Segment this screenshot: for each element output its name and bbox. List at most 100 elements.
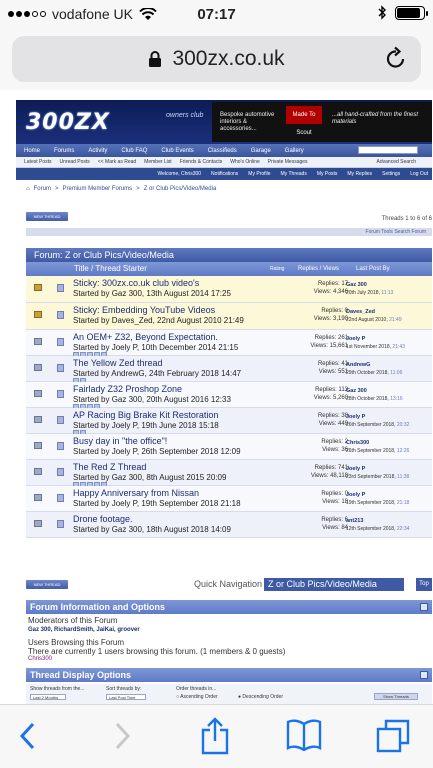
nav-club-events[interactable]: Club Events (161, 148, 193, 154)
last-post-user[interactable]: Gaz 300 (346, 282, 367, 288)
subnav-member-list[interactable]: Member List (144, 159, 172, 165)
userbar-welcome[interactable]: Welcome, Chris300 (158, 171, 202, 177)
browsing-user[interactable]: Chris300 (28, 656, 432, 662)
thread-row[interactable]: Sticky: Embedding YouTube Videos Started … (26, 303, 432, 330)
last-post-user[interactable]: AndrewG (346, 362, 370, 368)
thread-replies[interactable]: Replies: 6 (276, 516, 348, 524)
last-post-user[interactable]: Daves_Zed (346, 309, 375, 315)
top-button[interactable]: Top (416, 578, 432, 591)
nav-classifieds[interactable]: Classifieds (208, 148, 237, 154)
last-post-user[interactable]: Joely P (346, 336, 365, 342)
nav-club-faq[interactable]: Club FAQ (121, 148, 147, 154)
thread-row[interactable]: Fairlady Z32 Proshop Zone Started by Gaz … (26, 382, 432, 409)
thread-title[interactable]: An OEM+ Z32, Beyond Expectation. (73, 332, 218, 342)
bookmarks-icon[interactable] (286, 719, 322, 751)
last-post-user[interactable]: Joely P (346, 492, 365, 498)
forum-search-input[interactable] (358, 146, 418, 154)
thread-title[interactable]: Drone footage. (73, 514, 133, 524)
moderators-list[interactable]: Gaz 300, RichardSmith, JaiKai, groover (28, 627, 432, 633)
breadcrumb-premium[interactable]: Premium Member Forums (62, 186, 132, 192)
last-post: Joely P 1st November 2018, 21:43 (346, 335, 405, 351)
home-icon[interactable]: ⌂ (26, 186, 30, 192)
thread-replies[interactable]: Replies: 0 (276, 307, 348, 315)
last-post-time: 11:38 (397, 474, 410, 480)
userbar-logout[interactable]: Log Out (410, 171, 428, 177)
advanced-search-link[interactable]: Advanced Search (377, 159, 416, 165)
thread-views: Views: 551 (318, 369, 348, 375)
last-post-user[interactable]: ant213 (346, 518, 363, 524)
reload-icon[interactable] (385, 46, 407, 70)
col-rating[interactable]: Rating (270, 262, 284, 276)
address-bar[interactable]: 300zx.co.uk (12, 36, 421, 82)
userbar-settings[interactable]: Settings (382, 171, 400, 177)
thread-title[interactable]: The Red Z Thread (73, 462, 146, 472)
last-post-user[interactable]: Joely P (346, 414, 365, 420)
subnav-whos-online[interactable]: Who's Online (230, 159, 260, 165)
userbar-profile[interactable]: My Profile (248, 171, 270, 177)
userbar-posts[interactable]: My Posts (317, 171, 338, 177)
col-replies[interactable]: Replies / Views (298, 262, 339, 276)
userbar-threads[interactable]: My Threads (281, 171, 307, 177)
descending-radio[interactable]: ● Descending Order (238, 694, 283, 700)
thread-replies[interactable]: Replies: 41 (276, 360, 348, 368)
subnav-mark-read[interactable]: << Mark as Read (98, 159, 136, 165)
nav-home[interactable]: Home (24, 148, 40, 154)
thread-replies[interactable]: Replies: 113 (276, 386, 348, 394)
thread-title[interactable]: Fairlady Z32 Proshop Zone (73, 384, 182, 394)
thread-row[interactable]: An OEM+ Z32, Beyond Expectation. Started … (26, 330, 432, 357)
thread-replies[interactable]: Replies: 0 (276, 490, 348, 498)
tabs-icon[interactable] (376, 719, 410, 753)
collapse-icon[interactable] (420, 603, 428, 611)
thread-replies[interactable]: Replies: 17 (276, 280, 348, 288)
last-post-user[interactable]: Gaz 300 (346, 388, 367, 394)
sort-select[interactable]: Last Post Time (106, 694, 146, 700)
collapse-icon[interactable] (420, 671, 428, 679)
nav-forums[interactable]: Forums (54, 148, 74, 154)
ascending-radio[interactable]: ○ Ascending Order (176, 694, 218, 700)
thread-replies[interactable]: Replies: 2 (276, 438, 348, 446)
breadcrumb-current[interactable]: Z or Club Pics/Video/Media (144, 186, 217, 192)
nav-activity[interactable]: Activity (88, 148, 107, 154)
subnav-friends[interactable]: Friends & Contacts (180, 159, 223, 165)
thread-title[interactable]: The Yellow Zed thread (73, 358, 163, 368)
col-title[interactable]: Title / Thread Starter (74, 262, 147, 276)
thread-title[interactable]: Busy day in "the office"! (73, 436, 167, 446)
thread-row[interactable]: Drone footage. Started by Gaz 300, 18th A… (26, 512, 432, 538)
last-post-user[interactable]: Joely P (346, 466, 365, 472)
subnav-latest-posts[interactable]: Latest Posts (24, 159, 52, 165)
thread-title[interactable]: Sticky: 300zx.co.uk club video's (73, 278, 199, 288)
subnav-private-messages[interactable]: Private Messages (268, 159, 308, 165)
forward-icon[interactable] (112, 721, 132, 751)
userbar-notifications[interactable]: Notifications (211, 171, 238, 177)
site-logo[interactable]: 300ZX (26, 110, 110, 135)
nav-garage[interactable]: Garage (251, 148, 271, 154)
thread-title[interactable]: Happy Anniversary from Nissan (73, 488, 199, 498)
thread-row[interactable]: The Yellow Zed thread Started by AndrewG,… (26, 356, 432, 383)
show-threads-button[interactable]: Show Threads (374, 693, 418, 700)
nav-gallery[interactable]: Gallery (285, 148, 304, 154)
banner-ad[interactable]: Bespoke automotive interiors & accessori… (212, 102, 432, 142)
new-thread-button-top[interactable]: NEW THREAD (26, 212, 68, 221)
quick-nav-select[interactable]: Z or Club Pics/Video/Media (264, 578, 404, 591)
thread-replies[interactable]: Replies: 741 (276, 464, 348, 472)
thread-type-icon (57, 284, 64, 292)
thread-title[interactable]: AP Racing Big Brake Kit Restoration (73, 410, 218, 420)
thread-title[interactable]: Sticky: Embedding YouTube Videos (73, 305, 215, 315)
thread-row[interactable]: Sticky: 300zx.co.uk club video's Started … (26, 276, 432, 303)
thread-replies[interactable]: Replies: 261 (276, 334, 348, 342)
thread-row[interactable]: The Red Z Thread Started by Gaz 300, 8th … (26, 460, 432, 487)
forum-tools-bar[interactable]: Forum Tools Search Forum (26, 228, 432, 236)
breadcrumb-forum[interactable]: Forum (34, 186, 51, 192)
thread-row[interactable]: Happy Anniversary from Nissan Started by … (26, 486, 432, 512)
thread-replies[interactable]: Replies: 38 (276, 412, 348, 420)
col-last-post[interactable]: Last Post By (356, 262, 390, 276)
subnav-unread-posts[interactable]: Unread Posts (60, 159, 90, 165)
userbar-replies[interactable]: My Replies (347, 171, 372, 177)
share-icon[interactable] (200, 717, 230, 755)
back-icon[interactable] (18, 721, 38, 751)
thread-row[interactable]: Busy day in "the office"! Started by Joel… (26, 434, 432, 460)
thread-row[interactable]: AP Racing Big Brake Kit Restoration Start… (26, 408, 432, 435)
show-from-select[interactable]: Last 2 Months (30, 694, 66, 700)
last-post-date: 1st November 2018, (346, 344, 392, 350)
last-post-user[interactable]: Chris300 (346, 440, 369, 446)
